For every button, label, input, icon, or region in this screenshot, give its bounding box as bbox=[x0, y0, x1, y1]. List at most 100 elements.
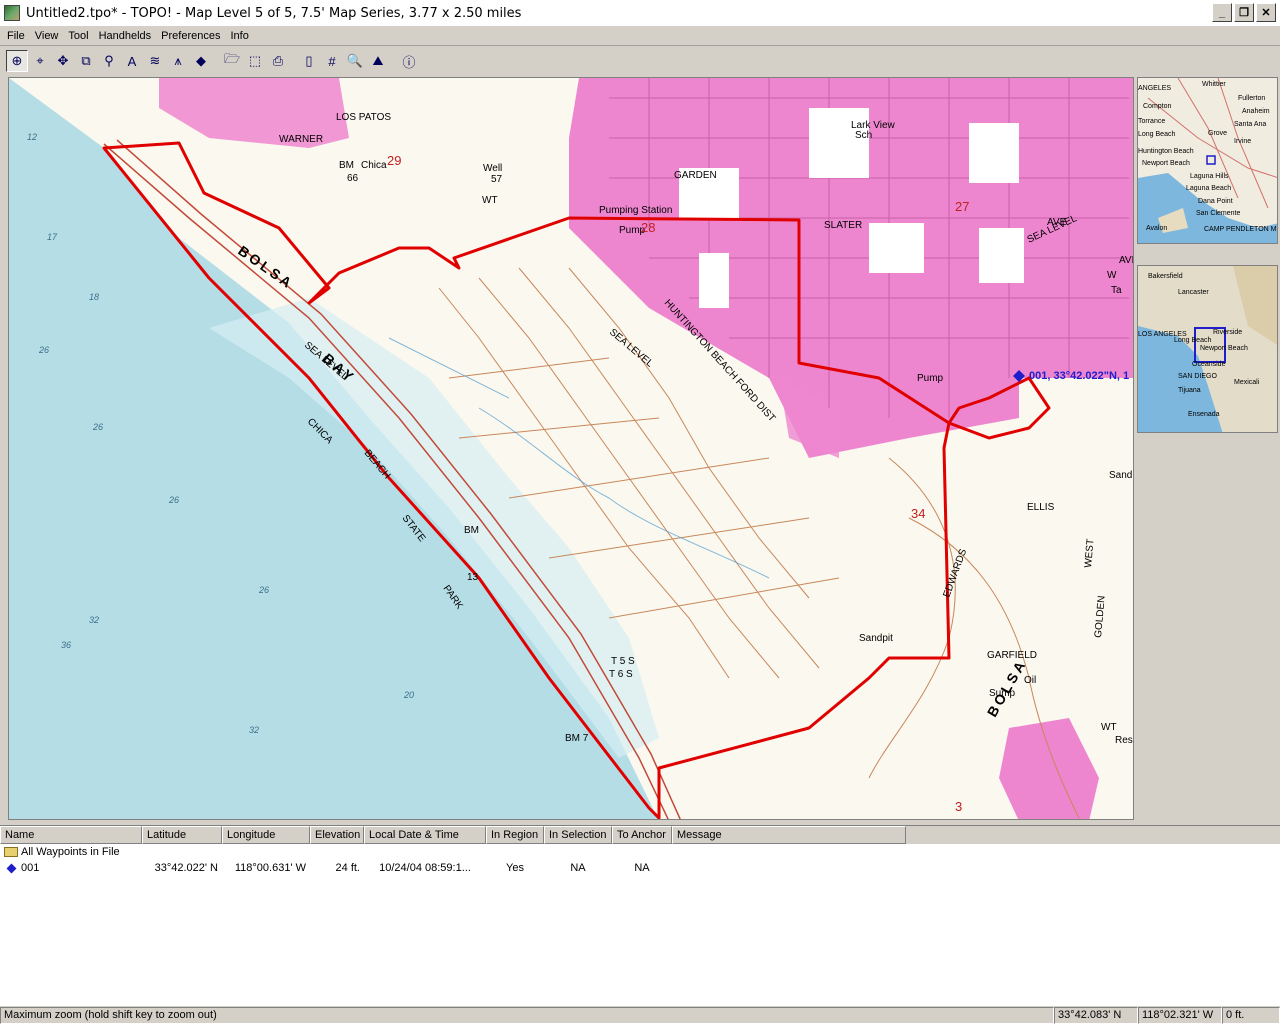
north-arrow-button[interactable]: ⩚ bbox=[167, 50, 189, 72]
map-label: 26 bbox=[92, 422, 103, 432]
column-header[interactable]: Local Date & Time bbox=[364, 826, 486, 844]
handheld-button[interactable]: ▯ bbox=[298, 50, 320, 72]
route-tool-icon: ≋ bbox=[149, 53, 161, 68]
print-button[interactable]: ⎙ bbox=[267, 50, 289, 72]
menu-tool[interactable]: Tool bbox=[63, 30, 93, 42]
overview-label: Anaheim bbox=[1242, 108, 1270, 115]
menu-handhelds[interactable]: Handhelds bbox=[94, 30, 157, 42]
app-icon bbox=[4, 5, 20, 21]
overview-regional-canvas[interactable]: ANGELES Compton Torrance Long Beach Huntingt… bbox=[1138, 78, 1278, 244]
map-label: 27 bbox=[955, 199, 969, 214]
elevation-profile-button[interactable]: ⛰ bbox=[367, 50, 389, 72]
waypoint-grid: Name Latitude Longitude Elevation Local Date… bbox=[0, 825, 1280, 1006]
map-label: Sump bbox=[989, 688, 1016, 699]
menu-info[interactable]: Info bbox=[225, 30, 253, 42]
grid-icon: # bbox=[328, 53, 336, 69]
map-label: 57 bbox=[491, 174, 503, 185]
map-label: Pump bbox=[917, 373, 944, 384]
cell-name: 001 bbox=[21, 862, 40, 874]
map-label: 32 bbox=[249, 725, 259, 735]
pan-tool-button[interactable]: ✥ bbox=[52, 50, 74, 72]
overview-label: Newport Beach bbox=[1142, 160, 1190, 167]
select-area-button[interactable]: ⬚ bbox=[244, 50, 266, 72]
overview-label: Fullerton bbox=[1238, 95, 1265, 102]
map-label: W bbox=[1107, 270, 1117, 281]
menu-file[interactable]: File bbox=[2, 30, 30, 42]
overview-label: Long Beach bbox=[1138, 131, 1175, 138]
overview-map-state[interactable]: Bakersfield Lancaster LOS ANGELES Long Beac… bbox=[1137, 265, 1278, 433]
elevation-profile-icon: ⛰ bbox=[372, 53, 384, 68]
map-label: 26 bbox=[258, 585, 269, 595]
overview-label: Avalon bbox=[1146, 225, 1167, 232]
overview-label: Grove bbox=[1208, 130, 1227, 137]
map-label: BM bbox=[464, 525, 479, 536]
overview-label: San Clemente bbox=[1196, 210, 1240, 217]
open-file-icon: 🗁 bbox=[223, 51, 241, 66]
column-header[interactable]: In Region bbox=[486, 826, 544, 844]
waypoint-tool-button[interactable]: ◆ bbox=[190, 50, 212, 72]
route-tool-button[interactable]: ≋ bbox=[144, 50, 166, 72]
column-header[interactable]: To Anchor bbox=[612, 826, 672, 844]
map-label: 29 bbox=[387, 153, 401, 168]
map-label: 66 bbox=[347, 173, 359, 184]
cell-longitude: 118°00.631' W bbox=[234, 862, 306, 874]
map-label: WT bbox=[482, 195, 498, 206]
minimize-button[interactable]: _ bbox=[1212, 3, 1232, 22]
menu-preferences[interactable]: Preferences bbox=[156, 30, 225, 42]
overview-map-regional[interactable]: ANGELES Compton Torrance Long Beach Huntingt… bbox=[1137, 77, 1278, 244]
copy-map-button[interactable]: ⧉ bbox=[75, 50, 97, 72]
overview-label: Laguna Beach bbox=[1186, 185, 1231, 192]
column-header[interactable]: Message bbox=[672, 826, 906, 844]
overview-label: Mexicali bbox=[1234, 379, 1260, 386]
pushpin-tool-button[interactable]: ⚲ bbox=[98, 50, 120, 72]
cell-datetime: 10/24/04 08:59:1... bbox=[379, 862, 471, 874]
map-label: T 6 S bbox=[609, 669, 633, 680]
overview-label: Newport Beach bbox=[1200, 345, 1248, 352]
open-file-button[interactable]: 🗁 bbox=[221, 50, 243, 72]
grid-button[interactable]: # bbox=[321, 50, 343, 72]
column-header[interactable]: Longitude bbox=[222, 826, 310, 844]
menu-bar: File View Tool Handhelds Preferences Inf… bbox=[0, 26, 1280, 46]
column-header[interactable]: Name bbox=[0, 826, 142, 844]
title-bar: Untitled2.tpo* - TOPO! - Map Level 5 of … bbox=[0, 0, 1280, 26]
zoom-tool-button[interactable]: ⊕ bbox=[6, 50, 28, 72]
map-canvas[interactable]: 001, 33°42.022"N, 1 Lark ViewSchPumping … bbox=[9, 78, 1134, 820]
status-bar: Maximum zoom (hold shift key to zoom out… bbox=[0, 1007, 1280, 1024]
waypoint-icon bbox=[6, 863, 17, 873]
center-tool-icon: ⌖ bbox=[36, 53, 44, 68]
map-label: SLATER bbox=[824, 220, 862, 231]
text-tool-button[interactable]: A bbox=[121, 50, 143, 72]
map-label: GARDEN bbox=[674, 170, 717, 181]
center-tool-button[interactable]: ⌖ bbox=[29, 50, 51, 72]
map-label: Chica bbox=[361, 160, 387, 171]
column-header[interactable]: Elevation bbox=[310, 826, 364, 844]
close-button[interactable]: ✕ bbox=[1256, 3, 1276, 22]
info-button[interactable]: ⓘ bbox=[398, 50, 420, 72]
overview-label: Riverside bbox=[1213, 329, 1242, 336]
menu-view[interactable]: View bbox=[30, 30, 64, 42]
overview-label: Lancaster bbox=[1178, 289, 1209, 296]
column-header[interactable]: In Selection bbox=[544, 826, 612, 844]
map-label: Sch bbox=[855, 130, 872, 141]
copy-map-icon: ⧉ bbox=[81, 53, 91, 68]
table-row[interactable]: 001 33°42.022' N 118°00.631' W 24 ft. 10… bbox=[0, 860, 1280, 876]
map-label: BM 7 bbox=[565, 733, 589, 744]
map-label: Well bbox=[483, 163, 502, 174]
topo-map[interactable]: 001, 33°42.022"N, 1 Lark View Sch Pumping … bbox=[8, 77, 1134, 820]
overview-label: Ensenada bbox=[1188, 411, 1220, 418]
overview-label: CAMP PENDLETON M bbox=[1204, 226, 1277, 233]
waypoint-label: 001, 33°42.022"N, 1 bbox=[1029, 370, 1129, 382]
map-label: 13 bbox=[467, 572, 479, 583]
overview-divider bbox=[1137, 244, 1278, 265]
map-label: 36 bbox=[61, 640, 71, 650]
overview-state-canvas[interactable]: BakersfieldLancasterLOS ANGELESLong Beac… bbox=[1138, 266, 1278, 433]
folder-row[interactable]: All Waypoints in File bbox=[0, 844, 1280, 860]
column-header[interactable]: Latitude bbox=[142, 826, 222, 844]
overview-label: Oceanside bbox=[1192, 361, 1226, 368]
map-label: WARNER bbox=[279, 134, 323, 145]
overview-label: Long Beach bbox=[1174, 337, 1211, 344]
overview-label: SAN DIEGO bbox=[1178, 373, 1217, 380]
search-icon: 🔍 bbox=[346, 53, 364, 68]
restore-button[interactable]: ❐ bbox=[1234, 3, 1254, 22]
search-button[interactable]: 🔍 bbox=[344, 50, 366, 72]
